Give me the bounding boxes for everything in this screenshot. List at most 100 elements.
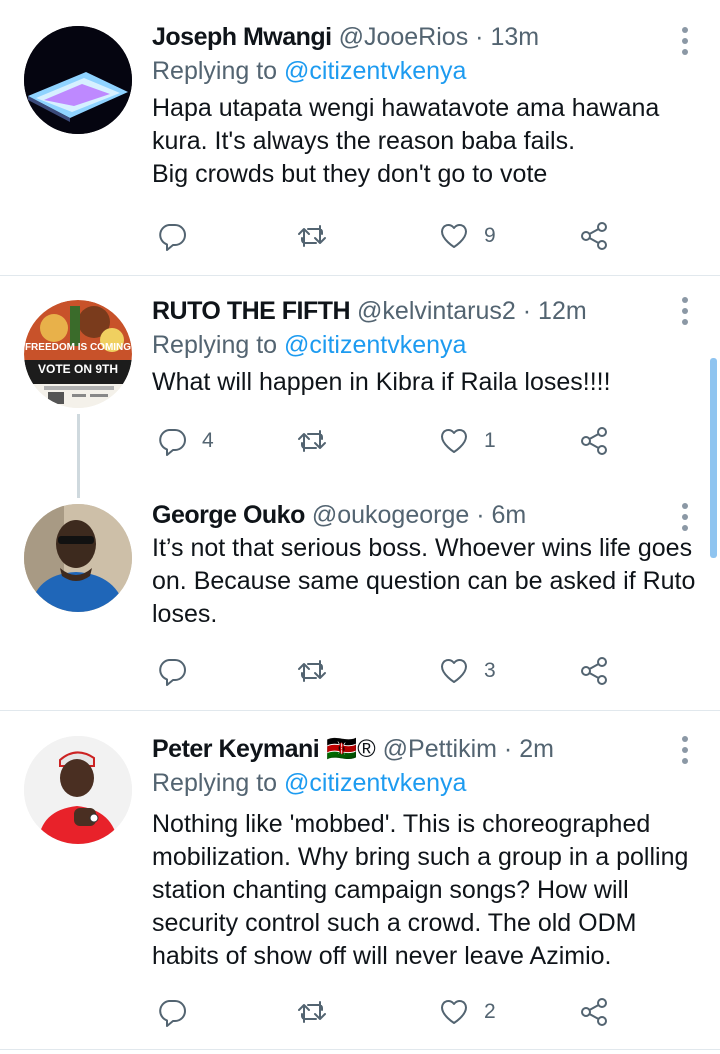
timestamp[interactable]: 12m [538, 297, 587, 325]
display-name[interactable]: Joseph Mwangi [152, 23, 332, 51]
tweet-actions: 2 [152, 992, 632, 1032]
share-button[interactable] [578, 421, 610, 461]
separator-dot: · [475, 23, 484, 51]
tweet-text-line: It’s not that serious boss. Whoever wins… [152, 534, 693, 562]
like-button[interactable]: 1 [438, 421, 496, 461]
tweet-header: George Ouko @oukogeorge · 6m [152, 498, 697, 532]
retweet-icon [298, 1001, 326, 1023]
tweet-actions: 4 1 [152, 421, 632, 461]
display-name[interactable]: RUTO THE FIFTH [152, 297, 351, 325]
timestamp[interactable]: 2m [519, 735, 554, 763]
heart-icon [440, 999, 468, 1024]
timestamp[interactable]: 6m [492, 501, 527, 529]
reply-button[interactable] [156, 992, 202, 1032]
thread-line [77, 414, 80, 498]
user-handle[interactable]: @kelvintarus2 [357, 297, 516, 325]
tweet-ruto-the-fifth[interactable]: FREEDOM IS COMING VOTE ON 9TH RUTO THE F… [0, 276, 720, 498]
tweet-text-line: habits of show off will never leave Azim… [152, 942, 612, 970]
tweet-text-line: Nothing like 'mobbed'. This is choreogra… [152, 810, 651, 838]
like-count: 2 [484, 1000, 496, 1023]
user-handle[interactable]: @Pettikim [383, 735, 497, 763]
tweet-text-line: station chanting campaign songs? How wil… [152, 876, 629, 904]
replying-prefix: Replying to [152, 331, 285, 359]
tweet-actions: 9 [152, 216, 632, 256]
more-vertical-icon[interactable] [682, 27, 690, 55]
like-count: 1 [484, 429, 496, 452]
reply-icon [159, 659, 186, 686]
share-button[interactable] [578, 216, 610, 256]
replying-to: Replying to @citizentvkenya [152, 766, 697, 800]
avatar[interactable] [24, 26, 132, 134]
replying-mention[interactable]: @citizentvkenya [284, 57, 466, 85]
share-icon [581, 998, 607, 1026]
avatar[interactable] [24, 504, 132, 612]
reply-button[interactable] [156, 216, 202, 256]
retweet-button[interactable] [296, 992, 342, 1032]
heart-icon [440, 658, 468, 683]
tweet-header: Peter Keymani 🇰🇪® @Pettikim · 2m [152, 732, 697, 766]
replying-mention[interactable]: @citizentvkenya [284, 769, 466, 797]
share-button[interactable] [578, 992, 610, 1032]
user-handle[interactable]: @oukogeorge [312, 501, 469, 529]
tweet-text-line: security control such a crowd. The old O… [152, 909, 637, 937]
tweet-text-line: kura. It's always the reason baba fails. [152, 127, 576, 155]
tweet-peter-keymani[interactable]: Peter Keymani 🇰🇪® @Pettikim · 2m Replyin… [0, 711, 720, 1054]
more-vertical-icon[interactable] [682, 736, 690, 764]
retweet-button[interactable] [296, 651, 342, 691]
retweet-icon [298, 225, 326, 247]
like-count: 3 [484, 659, 496, 682]
tweet-text-line: Big crowds but they don't go to vote [152, 160, 548, 188]
replying-prefix: Replying to [152, 57, 285, 85]
display-name[interactable]: Peter Keymani [152, 735, 320, 763]
avatar[interactable]: FREEDOM IS COMING VOTE ON 9TH [24, 300, 132, 408]
retweet-icon [298, 430, 326, 452]
tweet-actions: 3 [152, 651, 632, 691]
tweet-george-ouko[interactable]: George Ouko @oukogeorge · 6m It’s not th… [0, 498, 720, 710]
heart-icon [440, 428, 468, 453]
separator-dot: · [522, 297, 532, 325]
tweet-text-line: on. Because same question can be asked i… [152, 567, 696, 595]
tweet-text: Nothing like 'mobbed'. This is choreogra… [152, 808, 697, 973]
avatar[interactable] [24, 736, 132, 844]
separator-dot: · [503, 735, 513, 763]
more-vertical-icon[interactable] [682, 297, 690, 325]
like-button[interactable]: 2 [438, 992, 496, 1032]
user-handle[interactable]: @JooeRios [339, 23, 469, 51]
share-icon [581, 657, 607, 685]
avatar-caption-bottom: VOTE ON 9TH [37, 362, 118, 376]
tweet-text-line: Hapa utapata wengi hawatavote ama hawana [152, 94, 660, 122]
reply-icon [159, 429, 186, 456]
reply-icon [159, 1000, 186, 1027]
separator-dot: · [476, 501, 485, 529]
share-icon [581, 222, 607, 250]
reply-button[interactable]: 4 [156, 421, 214, 461]
replying-to: Replying to @citizentvkenya [152, 328, 697, 362]
tweet-joseph-mwangi[interactable]: Joseph Mwangi @JooeRios · 13m Replying t… [0, 0, 720, 275]
more-vertical-icon[interactable] [682, 503, 690, 531]
like-button[interactable]: 3 [438, 651, 496, 691]
tweet-text: Hapa utapata wengi hawatavote ama hawana… [152, 92, 697, 191]
share-button[interactable] [578, 651, 610, 691]
tweet-text: What will happen in Kibra if Raila loses… [152, 366, 697, 399]
tweet-text-line: mobilization. Why bring such a group in … [152, 843, 689, 871]
kenya-flag-registered-emoji: 🇰🇪® [326, 735, 376, 763]
retweet-button[interactable] [296, 421, 342, 461]
reply-button[interactable] [156, 651, 202, 691]
display-name[interactable]: George Ouko [152, 501, 305, 529]
replying-mention[interactable]: @citizentvkenya [284, 331, 466, 359]
timestamp[interactable]: 13m [490, 23, 539, 51]
scrollbar[interactable] [710, 358, 717, 558]
replying-prefix: Replying to [152, 769, 285, 797]
heart-icon [440, 223, 468, 248]
tweet-divider [0, 1049, 720, 1050]
replying-to: Replying to @citizentvkenya [152, 54, 697, 88]
share-icon [581, 427, 607, 455]
retweet-icon [298, 660, 326, 682]
like-button[interactable]: 9 [438, 216, 496, 256]
retweet-button[interactable] [296, 216, 342, 256]
reply-count: 4 [202, 429, 214, 452]
tweet-text: It’s not that serious boss. Whoever wins… [152, 532, 697, 631]
tweet-header: Joseph Mwangi @JooeRios · 13m [152, 20, 697, 54]
like-count: 9 [484, 224, 496, 247]
avatar-caption-top: FREEDOM IS COMING [24, 342, 132, 353]
